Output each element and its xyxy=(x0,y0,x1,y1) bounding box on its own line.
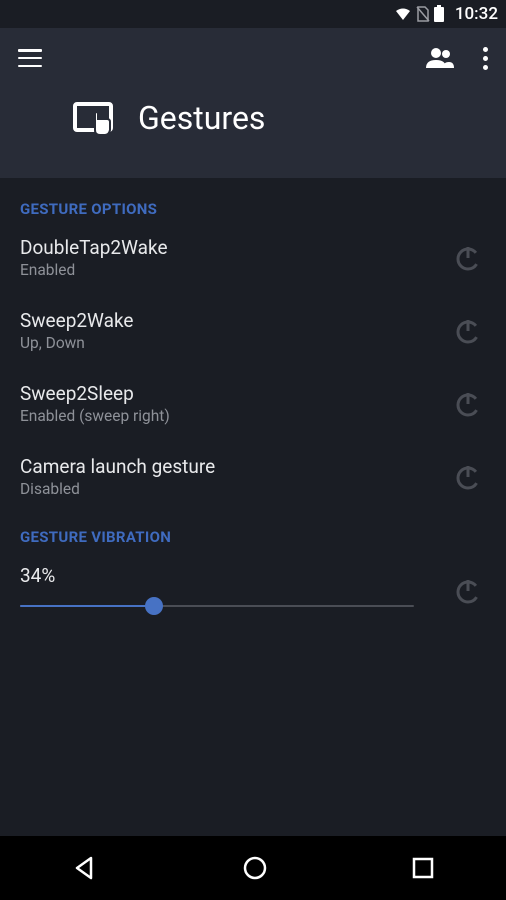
status-icons xyxy=(393,5,445,23)
vibration-slider[interactable] xyxy=(20,595,414,617)
setting-subtitle: Enabled (sweep right) xyxy=(20,407,450,425)
people-button[interactable] xyxy=(425,47,455,69)
section-header-options: GESTURE OPTIONS xyxy=(20,200,486,218)
content: GESTURE OPTIONS DoubleTap2Wake Enabled S… xyxy=(0,178,506,617)
battery-icon xyxy=(433,5,445,23)
recent-apps-button[interactable] xyxy=(411,856,435,880)
setting-sweep2sleep[interactable]: Sweep2Sleep Enabled (sweep right) xyxy=(20,382,486,425)
home-button[interactable] xyxy=(241,854,269,882)
setting-subtitle: Enabled xyxy=(20,261,450,279)
power-icon[interactable] xyxy=(450,316,486,346)
menu-button[interactable] xyxy=(18,49,42,67)
setting-title: DoubleTap2Wake xyxy=(20,236,450,259)
power-icon[interactable] xyxy=(450,576,486,606)
status-bar: 10:32 xyxy=(0,0,506,28)
setting-subtitle: Up, Down xyxy=(20,334,450,352)
vibration-value-label: 34% xyxy=(20,564,430,587)
setting-title: Sweep2Wake xyxy=(20,309,450,332)
no-sim-icon xyxy=(415,5,431,23)
back-button[interactable] xyxy=(71,854,99,882)
app-bar: Gestures xyxy=(0,28,506,178)
setting-title: Camera launch gesture xyxy=(20,455,450,478)
setting-title: Sweep2Sleep xyxy=(20,382,450,405)
setting-subtitle: Disabled xyxy=(20,480,450,498)
power-icon[interactable] xyxy=(450,462,486,492)
setting-camera-launch[interactable]: Camera launch gesture Disabled xyxy=(20,455,486,498)
power-icon[interactable] xyxy=(450,243,486,273)
power-icon[interactable] xyxy=(450,389,486,419)
gestures-icon xyxy=(72,98,120,138)
wifi-icon xyxy=(393,6,413,22)
navigation-bar xyxy=(0,836,506,900)
setting-doubletap2wake[interactable]: DoubleTap2Wake Enabled xyxy=(20,236,486,279)
status-time: 10:32 xyxy=(455,4,498,24)
section-header-vibration: GESTURE VIBRATION xyxy=(20,528,486,546)
vibration-row: 34% xyxy=(20,564,486,617)
overflow-menu-button[interactable] xyxy=(483,47,488,70)
setting-sweep2wake[interactable]: Sweep2Wake Up, Down xyxy=(20,309,486,352)
page-title: Gestures xyxy=(138,99,265,137)
